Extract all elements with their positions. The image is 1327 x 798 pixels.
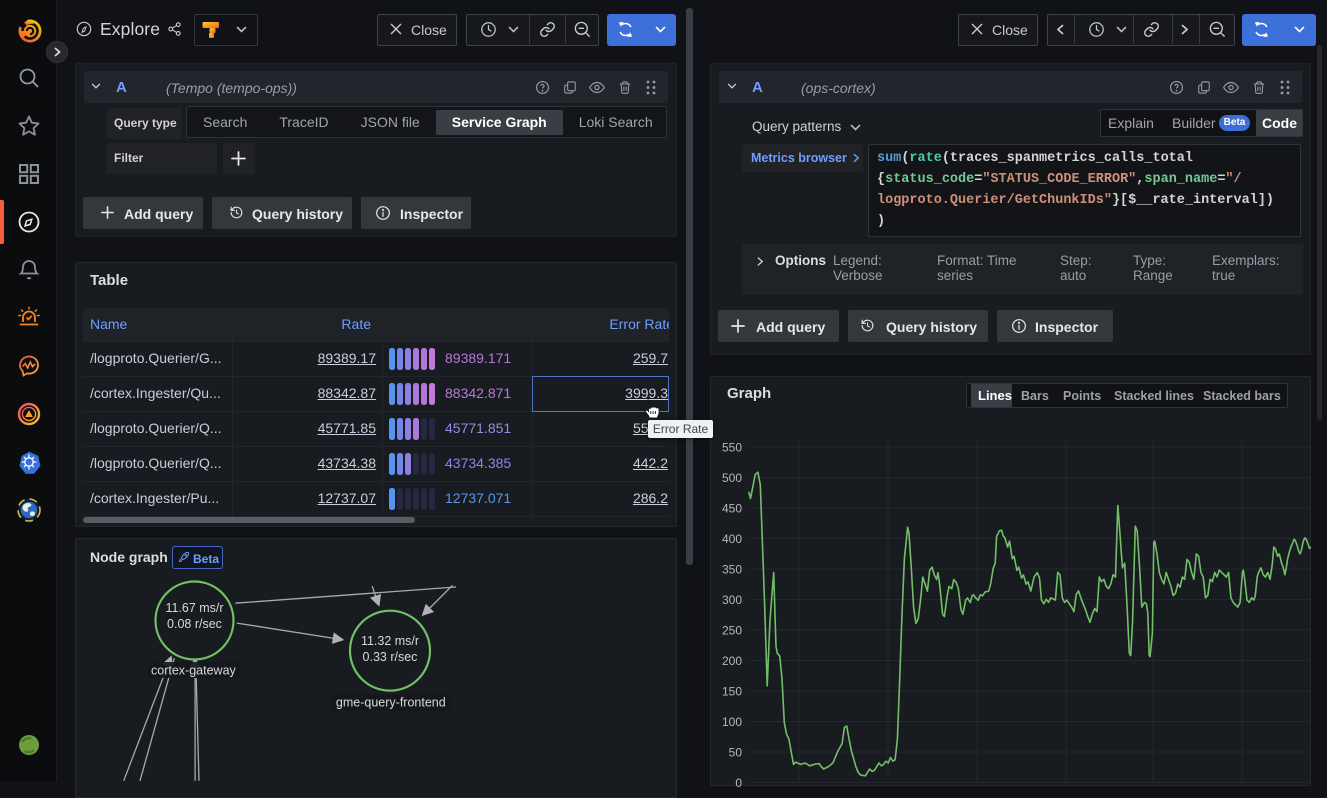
svg-text:11.32 ms/r: 11.32 ms/r [361,634,419,648]
svg-text:gme-query-frontend: gme-query-frontend [336,696,446,710]
svg-text:11.67 ms/r: 11.67 ms/r [165,601,223,615]
svg-text:350: 350 [722,563,742,577]
svg-text:0.08 r/sec: 0.08 r/sec [167,617,222,631]
svg-text:200: 200 [722,654,742,668]
svg-text:300: 300 [722,593,742,607]
svg-text:550: 550 [722,441,742,455]
svg-text:250: 250 [722,624,742,638]
svg-text:0: 0 [735,776,742,790]
svg-text:50: 50 [729,746,743,760]
svg-text:100: 100 [722,715,742,729]
svg-text:500: 500 [722,471,742,485]
svg-text:150: 150 [722,685,742,699]
svg-text:450: 450 [722,502,742,516]
svg-text:400: 400 [722,532,742,546]
svg-text:0.33 r/sec: 0.33 r/sec [363,650,418,664]
svg-text:cortex-gateway: cortex-gateway [151,664,237,678]
